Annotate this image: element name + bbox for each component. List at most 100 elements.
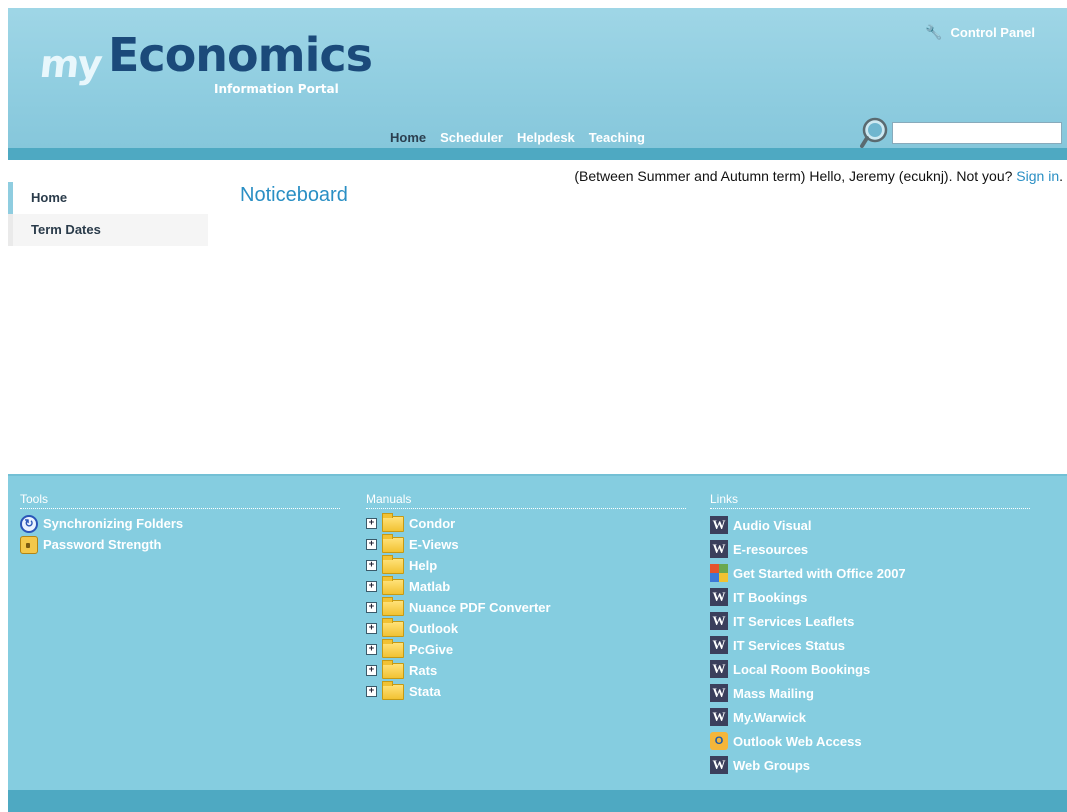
wrench-icon: 🔧	[925, 24, 943, 40]
manual-matlab[interactable]: + Matlab	[366, 575, 686, 597]
link-label: E-resources	[733, 541, 809, 557]
page-title: Noticeboard	[240, 184, 348, 206]
office-icon	[710, 564, 728, 582]
sidebar-item-term-dates[interactable]: Term Dates	[8, 214, 208, 246]
manual-label: E-Views	[409, 537, 459, 552]
link-label: IT Bookings	[733, 589, 808, 605]
link-get-started-office-2007[interactable]: Get Started with Office 2007	[710, 561, 1030, 585]
expand-icon[interactable]: +	[366, 686, 377, 697]
manual-label: Matlab	[409, 579, 451, 594]
site-logo[interactable]: my Economics Information Portal	[34, 22, 373, 102]
user-greeting: (Between Summer and Autumn term) Hello, …	[574, 168, 1063, 184]
logo-economics-text: Economics	[108, 28, 373, 82]
warwick-w-icon: W	[710, 708, 728, 726]
link-mass-mailing[interactable]: W Mass Mailing	[710, 681, 1030, 705]
link-audio-visual[interactable]: W Audio Visual	[710, 513, 1030, 537]
footer: Tools ↻ Synchronizing Folders Password S…	[8, 474, 1067, 792]
manual-pcgive[interactable]: + PcGive	[366, 638, 686, 660]
expand-icon[interactable]: +	[366, 602, 377, 613]
search-input[interactable]	[892, 122, 1062, 144]
link-e-resources[interactable]: W E-resources	[710, 537, 1030, 561]
sign-in-link[interactable]: Sign in	[1016, 168, 1059, 184]
folder-icon	[382, 533, 404, 553]
logo-subtitle: Information Portal	[214, 82, 339, 96]
manual-stata[interactable]: + Stata	[366, 680, 686, 702]
link-it-services-leaflets[interactable]: W IT Services Leaflets	[710, 609, 1030, 633]
greeting-tail: .	[1059, 168, 1063, 184]
sidebar-item-home[interactable]: Home	[8, 182, 208, 214]
tools-title: Tools	[20, 492, 340, 509]
warwick-w-icon: W	[710, 660, 728, 678]
link-label: IT Services Leaflets	[733, 613, 855, 629]
folder-icon	[382, 512, 404, 532]
manual-label: Outlook	[409, 621, 459, 636]
tool-label: Synchronizing Folders	[43, 516, 184, 531]
expand-icon[interactable]: +	[366, 581, 377, 592]
link-outlook-web-access[interactable]: O Outlook Web Access	[710, 729, 1030, 753]
manual-label: PcGive	[409, 642, 454, 657]
manual-label: Condor	[409, 516, 456, 531]
manual-outlook[interactable]: + Outlook	[366, 617, 686, 639]
manual-label: Rats	[409, 663, 438, 678]
manual-condor[interactable]: + Condor	[366, 512, 686, 534]
link-label: Mass Mailing	[733, 685, 814, 701]
tools-column: Tools ↻ Synchronizing Folders Password S…	[20, 492, 340, 555]
manual-rats[interactable]: + Rats	[366, 659, 686, 681]
link-label: Audio Visual	[733, 517, 812, 533]
manuals-column: Manuals + Condor + E-Views + Help + Matlab +…	[366, 492, 686, 702]
link-it-bookings[interactable]: W IT Bookings	[710, 585, 1030, 609]
link-label: Get Started with Office 2007	[733, 565, 906, 581]
link-label: Web Groups	[733, 757, 811, 773]
expand-icon[interactable]: +	[366, 623, 377, 634]
warwick-w-icon: W	[710, 612, 728, 630]
top-nav: Home Scheduler Helpdesk Teaching	[390, 130, 645, 145]
nav-teaching[interactable]: Teaching	[589, 130, 645, 145]
links-column: Links W Audio Visual W E-resources Get Sta…	[710, 492, 1030, 777]
link-it-services-status[interactable]: W IT Services Status	[710, 633, 1030, 657]
nav-scheduler[interactable]: Scheduler	[440, 130, 503, 145]
outlook-web-access-icon: O	[710, 732, 728, 750]
link-my-warwick[interactable]: W My.Warwick	[710, 705, 1030, 729]
warwick-w-icon: W	[710, 756, 728, 774]
search-icon[interactable]	[860, 116, 894, 150]
header-divider	[8, 148, 1067, 160]
tool-synchronizing-folders[interactable]: ↻ Synchronizing Folders	[20, 513, 340, 534]
control-panel-link[interactable]: 🔧 Control Panel	[925, 24, 1035, 41]
folder-icon	[382, 617, 404, 637]
link-label: Outlook Web Access	[733, 733, 862, 749]
warwick-w-icon: W	[710, 636, 728, 654]
expand-icon[interactable]: +	[366, 518, 377, 529]
link-label: Local Room Bookings	[733, 661, 871, 677]
manual-label: Nuance PDF Converter	[409, 600, 551, 615]
folder-icon	[382, 596, 404, 616]
control-panel-label: Control Panel	[950, 25, 1035, 40]
nav-helpdesk[interactable]: Helpdesk	[517, 130, 575, 145]
search-box	[860, 116, 1067, 148]
expand-icon[interactable]: +	[366, 644, 377, 655]
expand-icon[interactable]: +	[366, 560, 377, 571]
manual-help[interactable]: + Help	[366, 554, 686, 576]
warwick-w-icon: W	[710, 540, 728, 558]
warwick-w-icon: W	[710, 684, 728, 702]
expand-icon[interactable]: +	[366, 539, 377, 550]
folder-icon	[382, 575, 404, 595]
header: my Economics Information Portal 🔧 Contro…	[8, 8, 1067, 148]
manual-label: Stata	[409, 684, 441, 699]
folder-icon	[382, 554, 404, 574]
link-label: IT Services Status	[733, 637, 845, 653]
warwick-w-icon: W	[710, 588, 728, 606]
manual-nuance-pdf-converter[interactable]: + Nuance PDF Converter	[366, 596, 686, 618]
nav-home[interactable]: Home	[390, 130, 426, 145]
link-label: My.Warwick	[733, 709, 806, 725]
tool-password-strength[interactable]: Password Strength	[20, 534, 340, 555]
manual-e-views[interactable]: + E-Views	[366, 533, 686, 555]
expand-icon[interactable]: +	[366, 665, 377, 676]
lock-icon	[20, 535, 38, 554]
link-web-groups[interactable]: W Web Groups	[710, 753, 1030, 777]
sync-icon: ↻	[20, 514, 38, 533]
tool-label: Password Strength	[43, 537, 162, 552]
link-local-room-bookings[interactable]: W Local Room Bookings	[710, 657, 1030, 681]
folder-icon	[382, 659, 404, 679]
manual-label: Help	[409, 558, 438, 573]
warwick-w-icon: W	[710, 516, 728, 534]
